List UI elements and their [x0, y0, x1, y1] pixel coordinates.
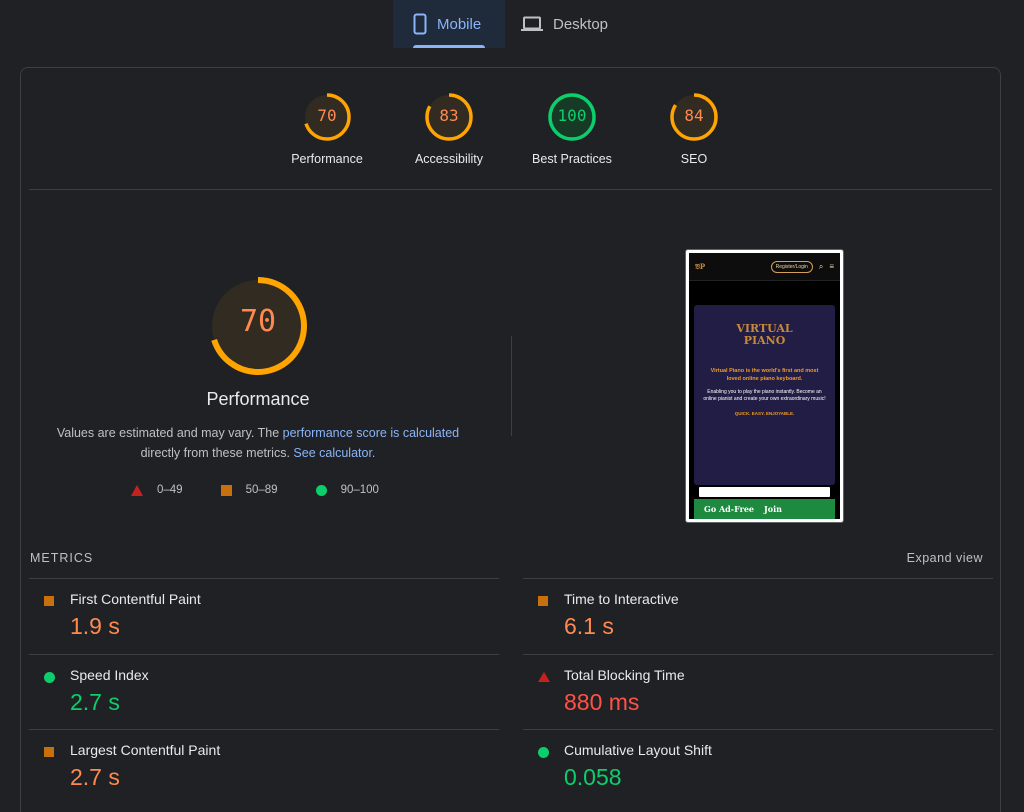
- metric-time-to-interactive: Time to Interactive 6.1 s: [523, 578, 993, 654]
- ad-free-bar: Go Ad-Free Join: [694, 499, 835, 519]
- gauge-label: Best Practices: [532, 152, 612, 166]
- metric-value: 2.7 s: [70, 764, 120, 790]
- red-triangle-icon: [131, 484, 143, 496]
- orange-square-icon: [44, 596, 54, 606]
- virtual-piano-logo: 𝔙P: [695, 261, 706, 271]
- metric-name: Time to Interactive: [564, 591, 679, 607]
- screenshot-search-bar: [699, 487, 830, 497]
- hero-body: Enabling you to play the piano instantly…: [703, 389, 826, 402]
- final-screenshot[interactable]: 𝔙P Register/Login ⌕ ≡ VIRTUAL PIANO Virt…: [685, 249, 844, 523]
- legend-label: 50–89: [245, 484, 278, 496]
- red-triangle-icon: [538, 672, 550, 682]
- metric-first-contentful-paint: First Contentful Paint 1.9 s: [29, 578, 499, 654]
- note-text: Values are estimated and may vary. The: [56, 426, 283, 440]
- gauge-seo[interactable]: 84 SEO: [639, 92, 749, 166]
- metric-name: Speed Index: [70, 667, 149, 683]
- metric-speed-index: Speed Index 2.7 s: [29, 654, 499, 730]
- divider: [511, 336, 512, 436]
- see-calculator-link[interactable]: See calculator.: [293, 446, 375, 460]
- metric-name: Cumulative Layout Shift: [564, 742, 712, 758]
- green-circle-icon: [315, 484, 327, 496]
- device-tabs: Mobile Desktop: [393, 0, 628, 48]
- brand-logo: VIRTUAL PIANO: [694, 323, 835, 347]
- score-legend: 0–49 50–89 90–100: [131, 484, 379, 496]
- gauge-label: SEO: [680, 152, 708, 166]
- orange-square-icon: [538, 596, 548, 606]
- performance-note: Values are estimated and may vary. The p…: [51, 423, 465, 463]
- screenshot-header: 𝔙P Register/Login ⌕ ≡: [689, 253, 840, 281]
- note-text: directly from these metrics.: [140, 446, 294, 460]
- metric-value: 2.7 s: [70, 689, 120, 715]
- green-circle-icon: [44, 672, 55, 683]
- legend-label: 90–100: [340, 484, 379, 496]
- gauge-score: 100: [557, 106, 587, 125]
- gauge-best-practices[interactable]: 100 Best Practices: [517, 92, 627, 166]
- metric-value: 1.9 s: [70, 613, 120, 639]
- metric-cumulative-layout-shift: Cumulative Layout Shift 0.058: [523, 729, 993, 805]
- legend-fail: 0–49: [131, 484, 183, 496]
- search-icon: ⌕: [818, 261, 824, 271]
- tab-desktop-label: Desktop: [553, 15, 609, 33]
- gauge-label: Performance: [291, 152, 363, 166]
- tab-desktop[interactable]: Desktop: [505, 0, 628, 48]
- tab-mobile-label: Mobile: [437, 15, 482, 33]
- hero-banner: VIRTUAL PIANO Virtual Piano is the world…: [694, 305, 835, 485]
- orange-square-icon: [220, 484, 232, 496]
- performance-gauge-large: 70: [208, 276, 308, 381]
- ad-free-label: Go Ad-Free: [704, 504, 755, 514]
- join-label: Join: [764, 504, 782, 514]
- screenshot-page: 𝔙P Register/Login ⌕ ≡ VIRTUAL PIANO Virt…: [689, 253, 840, 519]
- menu-icon: ≡: [829, 262, 834, 271]
- metric-largest-contentful-paint: Largest Contentful Paint 2.7 s: [29, 729, 499, 805]
- legend-pass: 90–100: [315, 484, 379, 496]
- expand-view-toggle[interactable]: Expand view: [907, 551, 983, 565]
- score-calculated-link[interactable]: performance score is calculated: [283, 426, 459, 440]
- metric-value: 0.058: [564, 764, 622, 790]
- metric-total-blocking-time: Total Blocking Time 880 ms: [523, 654, 993, 730]
- report-card: 70 Performance 83 Accessibility 100 Best…: [20, 67, 1001, 812]
- gauge-score: 83: [439, 106, 459, 125]
- laptop-icon: [521, 16, 543, 32]
- gauge-score: 84: [684, 106, 704, 125]
- metric-name: First Contentful Paint: [70, 591, 201, 607]
- green-circle-icon: [538, 747, 549, 758]
- divider: [29, 189, 992, 190]
- metrics-heading: METRICS: [30, 551, 94, 565]
- metric-name: Largest Contentful Paint: [70, 742, 221, 758]
- metric-value: 880 ms: [564, 689, 640, 715]
- brand-line: PIANO: [743, 334, 786, 347]
- performance-title: Performance: [206, 389, 310, 409]
- gauge-score: 70: [317, 106, 337, 125]
- tab-mobile[interactable]: Mobile: [393, 0, 505, 48]
- gauge-accessibility[interactable]: 83 Accessibility: [394, 92, 504, 166]
- register-login-button: Register/Login: [770, 260, 813, 273]
- legend-average: 50–89: [220, 484, 278, 496]
- gauge-performance[interactable]: 70 Performance: [272, 92, 382, 166]
- legend-label: 0–49: [157, 484, 183, 496]
- hero-tagline: QUICK. EASY. ENJOYABLE.: [734, 411, 795, 416]
- gauge-label: Accessibility: [414, 152, 484, 166]
- metric-name: Total Blocking Time: [564, 667, 685, 683]
- metric-value: 6.1 s: [564, 613, 614, 639]
- orange-square-icon: [44, 747, 54, 757]
- mobile-phone-icon: [413, 13, 427, 35]
- performance-score: 70: [239, 304, 277, 339]
- hero-headline: Virtual Piano is the world's first and m…: [710, 368, 819, 382]
- category-gauges: 70 Performance 83 Accessibility 100 Best…: [21, 92, 1000, 172]
